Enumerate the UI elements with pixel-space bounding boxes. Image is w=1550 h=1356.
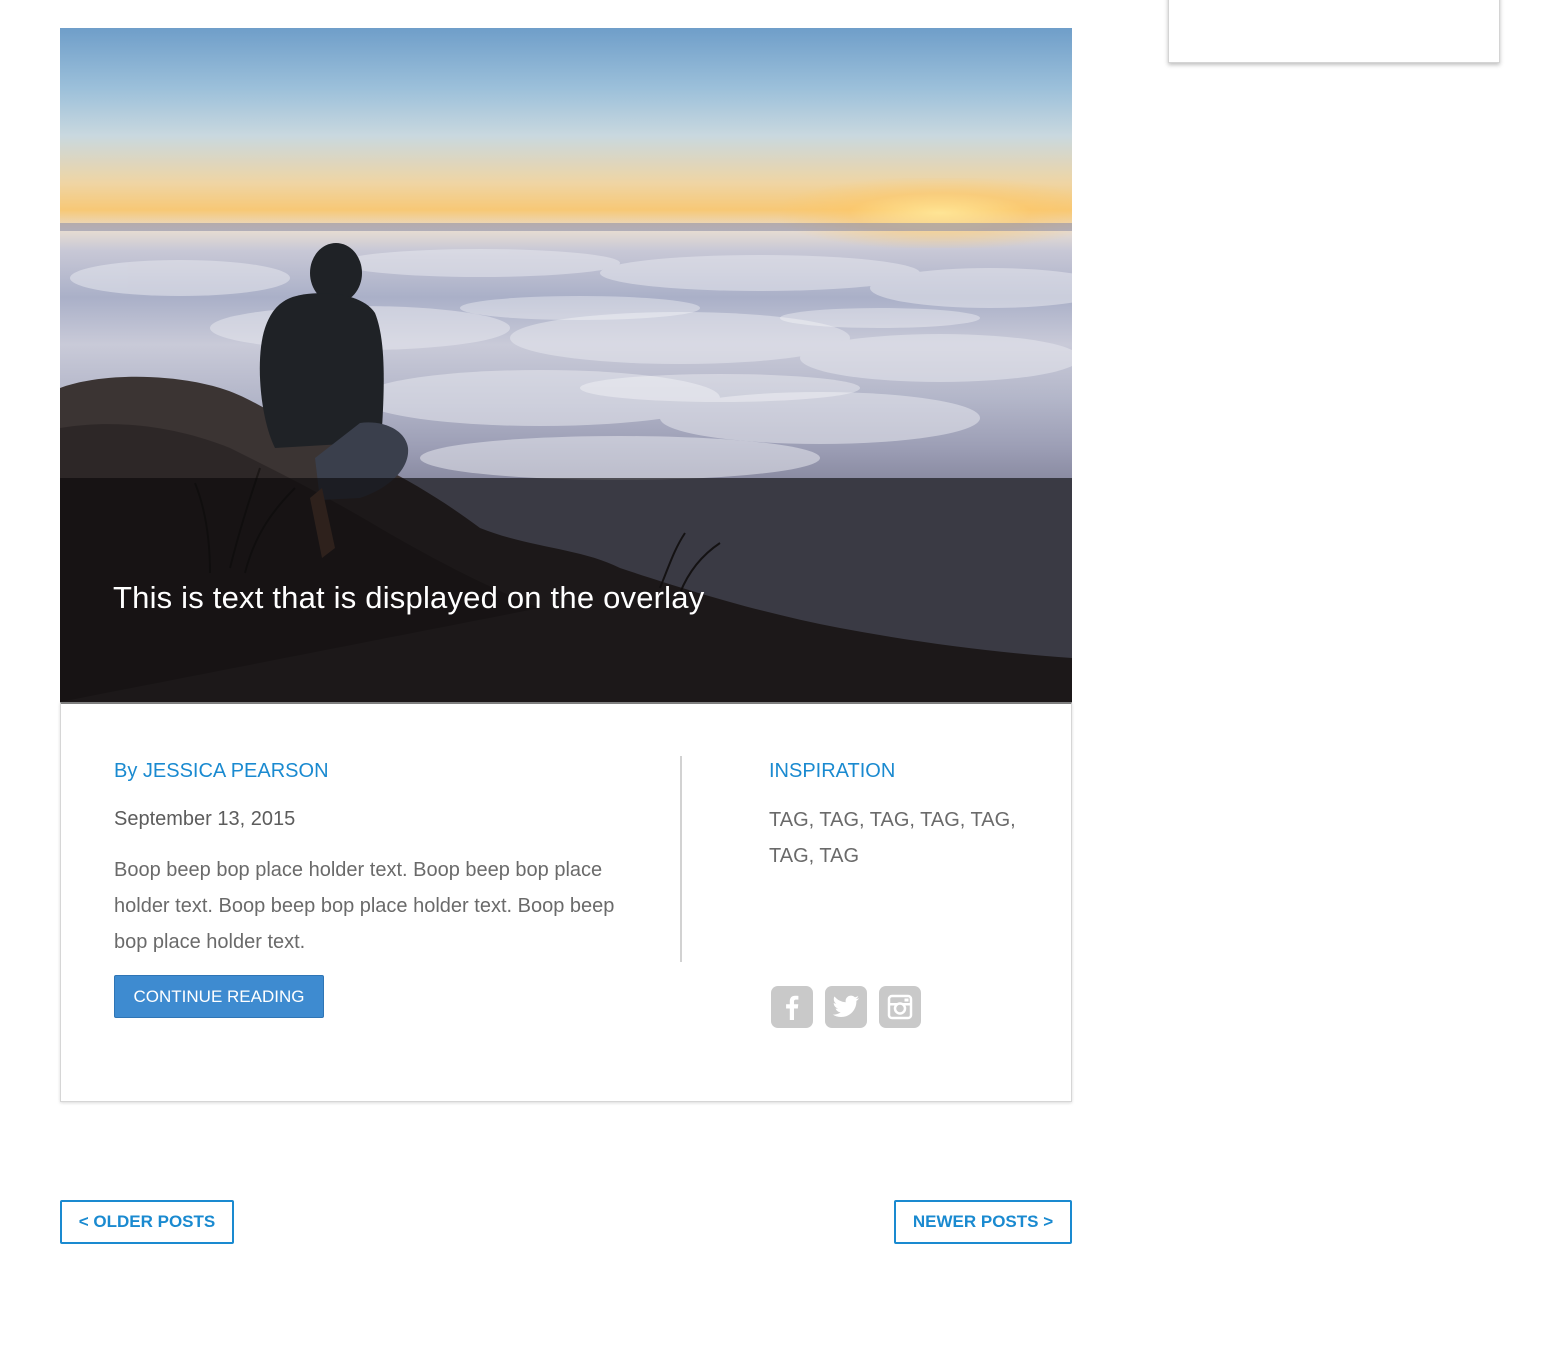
newer-posts-button[interactable]: NEWER POSTS >	[894, 1200, 1072, 1244]
twitter-icon	[832, 995, 859, 1017]
twitter-share-button[interactable]	[825, 986, 867, 1028]
instagram-share-button[interactable]	[879, 986, 921, 1028]
post-card: By JESSICA PEARSON September 13, 2015 Bo…	[60, 702, 1072, 1102]
post-tags[interactable]: TAG, TAG, TAG, TAG, TAG, TAG, TAG	[769, 802, 1049, 874]
post-author-link[interactable]: By JESSICA PEARSON	[114, 760, 329, 783]
post-hero-image[interactable]: This is text that is displayed on the ov…	[60, 28, 1072, 702]
continue-reading-button[interactable]: CONTINUE READING	[114, 975, 324, 1018]
sidebar-widget	[1168, 0, 1500, 63]
social-share-bar	[771, 986, 921, 1028]
post-category-link[interactable]: INSPIRATION	[769, 760, 895, 783]
facebook-share-button[interactable]	[771, 986, 813, 1028]
blog-page: This is text that is displayed on the ov…	[0, 0, 1550, 1356]
post-excerpt: Boop beep bop place holder text. Boop be…	[114, 859, 615, 953]
post-date: September 13, 2015	[114, 808, 296, 830]
column-divider	[680, 756, 682, 962]
facebook-icon	[786, 995, 799, 1020]
instagram-icon	[887, 994, 913, 1020]
older-posts-button[interactable]: < OLDER POSTS	[60, 1200, 234, 1244]
overlay-caption: This is text that is displayed on the ov…	[113, 580, 705, 615]
